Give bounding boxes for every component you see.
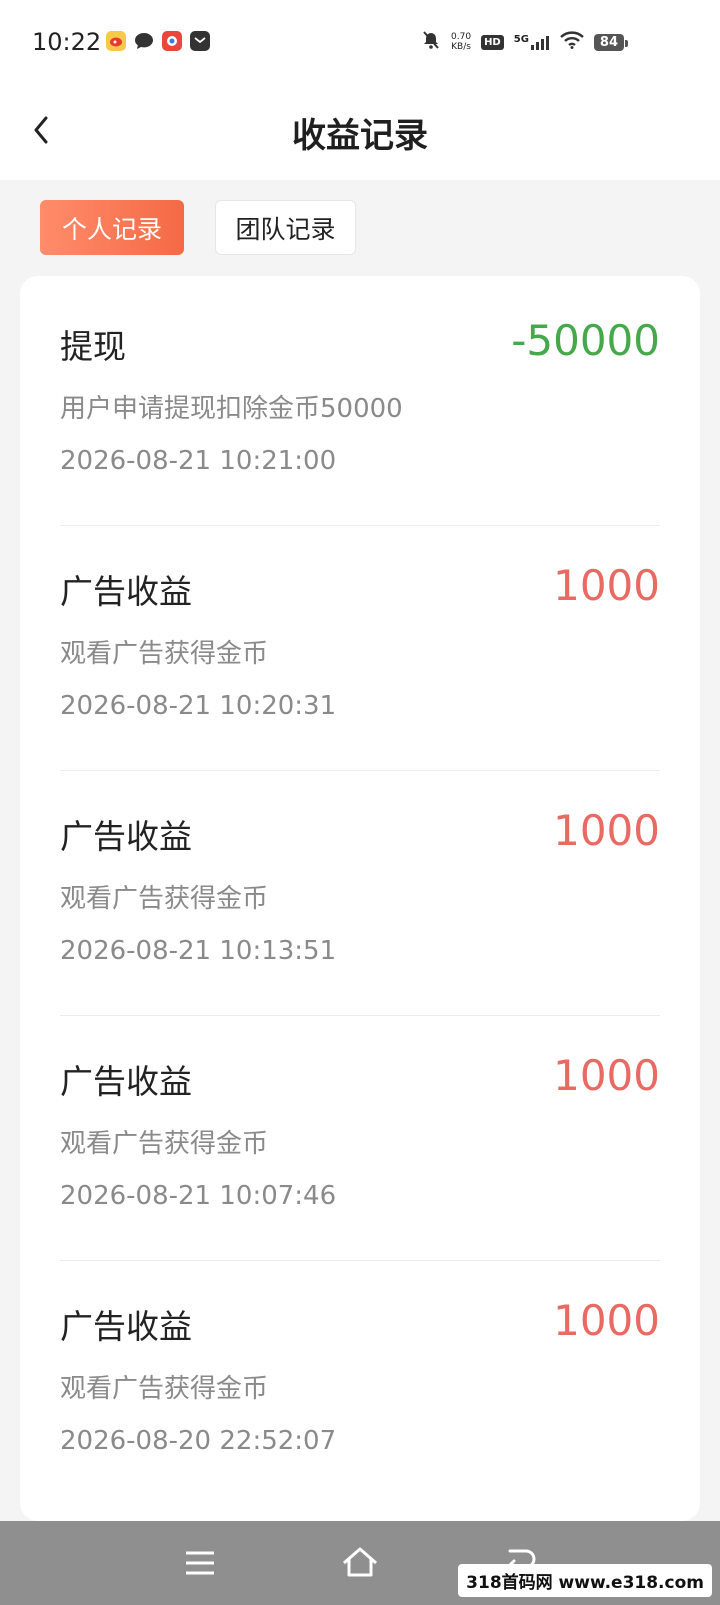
menu-icon xyxy=(186,1551,214,1575)
record-amount: 1000 xyxy=(553,561,660,610)
record-time: 2026-08-20 22:52:07 xyxy=(60,1426,337,1456)
record-description: 观看广告获得金币 xyxy=(60,1374,269,1404)
record-description: 用户申请提现扣除金币50000 xyxy=(60,394,403,424)
mail-icon xyxy=(190,31,210,51)
record-time: 2026-08-21 10:20:31 xyxy=(60,691,337,721)
menu-button[interactable] xyxy=(178,1541,222,1585)
home-button[interactable] xyxy=(338,1541,382,1585)
header: 收益记录 xyxy=(0,86,720,180)
record-title: 广告收益 xyxy=(60,1307,192,1346)
signal-icon: 5G xyxy=(514,34,550,50)
record-title: 广告收益 xyxy=(60,572,192,611)
weibo-icon xyxy=(106,31,126,51)
record-item: 广告收益 1000 观看广告获得金币 2026-08-20 22:52:07 xyxy=(60,1256,660,1506)
system-nav-bar: 318首码网 www.e318.com xyxy=(0,1521,720,1605)
mute-icon xyxy=(421,30,441,54)
net-speed: 0.70 KB/s xyxy=(451,32,472,52)
record-time: 2026-08-21 10:21:00 xyxy=(60,446,337,476)
record-item: 提现 -50000 用户申请提现扣除金币50000 2026-08-21 10:… xyxy=(60,276,660,526)
battery-icon: 84 xyxy=(593,33,629,51)
records-card: 提现 -50000 用户申请提现扣除金币50000 2026-08-21 10:… xyxy=(20,276,700,1521)
record-amount: 1000 xyxy=(553,1051,660,1100)
status-time: 10:22 xyxy=(32,28,102,56)
record-amount: -50000 xyxy=(511,316,660,365)
record-item: 广告收益 1000 观看广告获得金币 2026-08-21 10:20:31 xyxy=(60,521,660,771)
record-description: 观看广告获得金币 xyxy=(60,1129,269,1159)
record-time: 2026-08-21 10:13:51 xyxy=(60,936,337,966)
record-item: 广告收益 1000 观看广告获得金币 2026-08-21 10:07:46 xyxy=(60,1011,660,1261)
record-title: 提现 xyxy=(60,327,126,366)
record-item: 广告收益 1000 观看广告获得金币 2026-08-21 10:13:51 xyxy=(60,766,660,1016)
page-title: 收益记录 xyxy=(292,116,428,156)
status-bar: 10:22 0.70 KB/s HD 5G 84 xyxy=(0,0,720,86)
record-amount: 1000 xyxy=(553,806,660,855)
home-icon xyxy=(343,1547,377,1577)
watermark: 318首码网 www.e318.com xyxy=(458,1564,712,1597)
status-indicators: 0.70 KB/s HD 5G 84 xyxy=(421,30,629,54)
app-icon xyxy=(162,31,182,51)
record-title: 广告收益 xyxy=(60,1062,192,1101)
tab-personal-records[interactable]: 个人记录 xyxy=(40,200,184,255)
hd-badge: HD xyxy=(481,34,504,50)
wifi-icon xyxy=(560,31,584,53)
message-icon xyxy=(134,31,154,51)
tab-team-records[interactable]: 团队记录 xyxy=(215,200,356,255)
notification-icons xyxy=(106,31,210,51)
record-description: 观看广告获得金币 xyxy=(60,884,269,914)
record-title: 广告收益 xyxy=(60,817,192,856)
record-description: 观看广告获得金币 xyxy=(60,639,269,669)
record-amount: 1000 xyxy=(553,1296,660,1345)
record-time: 2026-08-21 10:07:46 xyxy=(60,1181,337,1211)
